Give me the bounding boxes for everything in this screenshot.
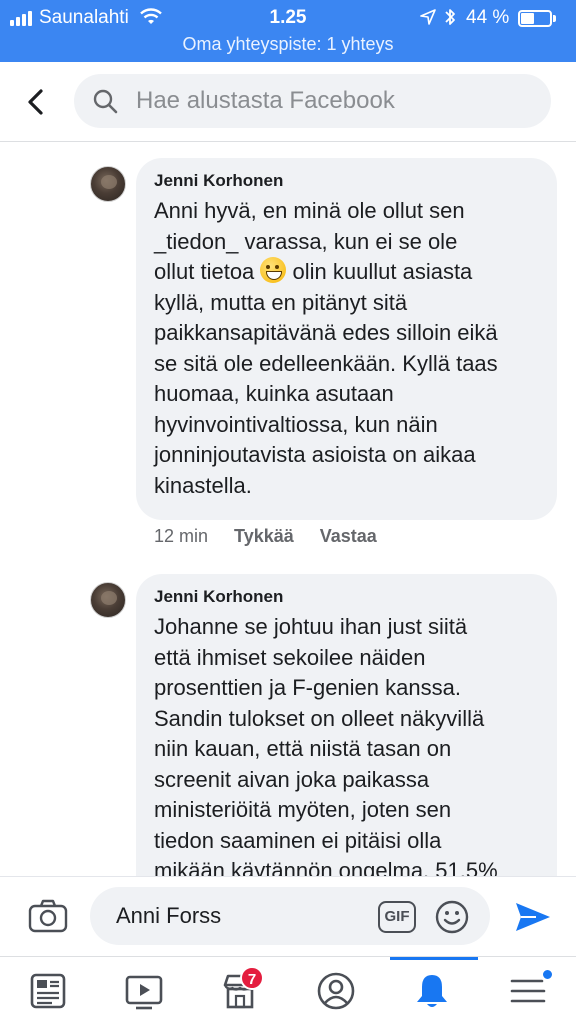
tab-profile[interactable]: [288, 957, 384, 1024]
search-header: [0, 62, 576, 142]
comment-input[interactable]: [116, 887, 366, 945]
notification-badge: 7: [240, 966, 264, 990]
tab-notifications[interactable]: [384, 957, 480, 1024]
battery-percent: 44 %: [466, 7, 510, 28]
reply-button[interactable]: Vastaa: [320, 526, 377, 547]
like-button[interactable]: Tykkää: [234, 526, 294, 547]
comment-bubble[interactable]: Jenni Korhonen Johanne se johtuu ihan ju…: [136, 574, 557, 876]
comment-bubble[interactable]: Jenni Korhonen Anni hyvä, en minä ole ol…: [136, 158, 557, 520]
avatar[interactable]: [90, 166, 126, 202]
camera-icon: [28, 899, 68, 933]
comment-text: Johanne se johtuu ihan just siitä että i…: [154, 614, 498, 876]
battery-icon: [518, 10, 552, 27]
comment-time: 12 min: [154, 526, 209, 546]
smiley-icon: [435, 900, 469, 934]
comment-actions: 12 min Tykkää Vastaa: [154, 526, 377, 547]
comment-author[interactable]: Jenni Korhonen: [154, 170, 539, 192]
watch-icon: [125, 975, 163, 1010]
comment-author[interactable]: Jenni Korhonen: [154, 586, 539, 608]
send-button[interactable]: [514, 901, 552, 938]
send-icon: [516, 903, 550, 931]
avatar[interactable]: [90, 582, 126, 618]
tab-menu[interactable]: [480, 957, 576, 1024]
tab-watch[interactable]: [96, 957, 192, 1024]
news-feed-icon: [30, 973, 66, 1009]
back-button[interactable]: [20, 84, 52, 120]
comment-text: Anni hyvä, en minä ole ollut sen _tiedon…: [154, 196, 539, 501]
emoji-button[interactable]: [434, 899, 470, 940]
search-input[interactable]: [136, 74, 536, 128]
search-icon: [93, 89, 118, 114]
battery-tip: [553, 15, 556, 22]
unread-dot: [542, 969, 553, 980]
gif-button[interactable]: GIF: [378, 901, 416, 933]
comment-composer: GIF: [0, 876, 576, 956]
status-bar: Saunalahti 1.25 44 % Oma yhteyspiste: 1 …: [0, 0, 576, 62]
bottom-navigation: 7: [0, 956, 576, 1024]
profile-icon: [317, 972, 355, 1010]
tab-marketplace[interactable]: 7: [192, 957, 288, 1024]
notifications-icon: [417, 975, 447, 1007]
search-box[interactable]: [74, 74, 551, 128]
bluetooth-icon: [443, 7, 457, 32]
compose-box[interactable]: GIF: [90, 887, 490, 945]
location-arrow-icon: [420, 9, 436, 30]
tab-news-feed[interactable]: [0, 957, 96, 1024]
chevron-left-icon: [28, 89, 43, 115]
camera-button[interactable]: [28, 899, 68, 938]
comment-thread: Jenni Korhonen Anni hyvä, en minä ole ol…: [0, 142, 576, 876]
hotspot-banner[interactable]: Oma yhteyspiste: 1 yhteys: [0, 34, 576, 55]
comment-text-part: olin kuullut asiasta kyllä, mutta en pit…: [154, 259, 498, 498]
grinning-sweat-emoji-icon: [260, 257, 287, 283]
